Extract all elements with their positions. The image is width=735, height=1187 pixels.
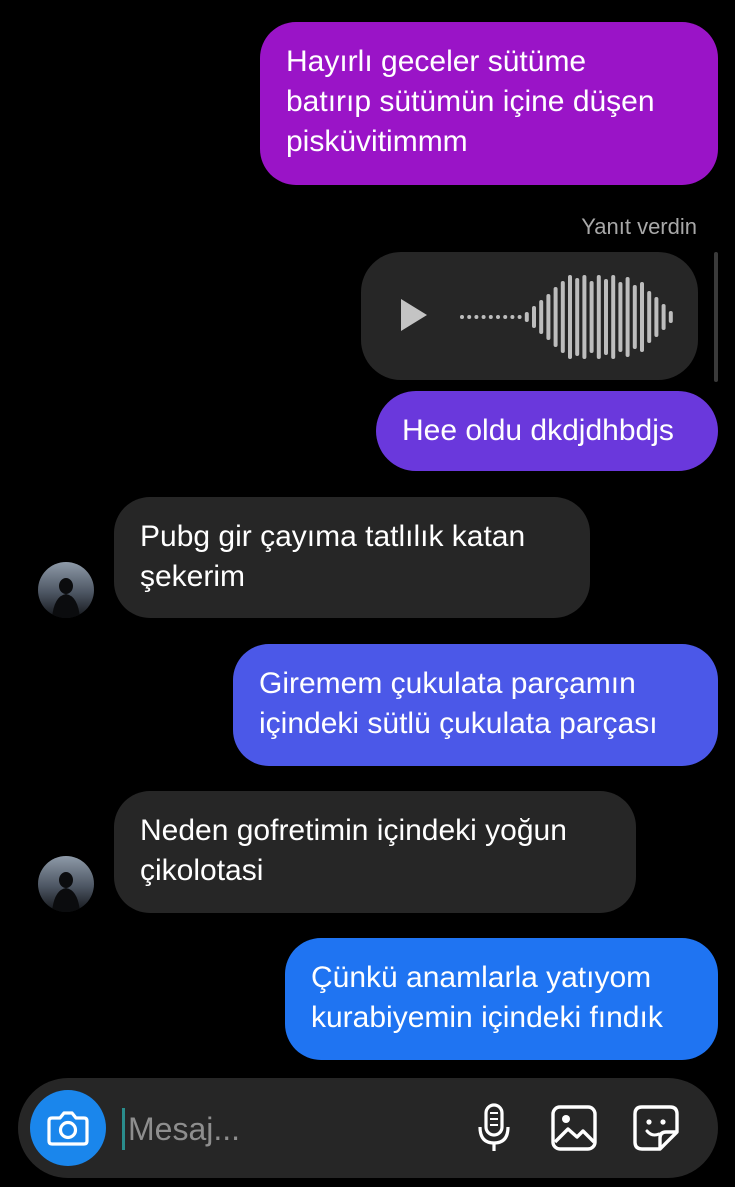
waveform-bar: [510, 315, 515, 319]
waveform-bar: [553, 287, 558, 347]
waveform-bar: [632, 285, 637, 349]
waveform-bar: [575, 278, 580, 356]
message-text: Hayırlı geceler sütüme batırıp sütümün i…: [286, 45, 655, 158]
microphone-button[interactable]: [468, 1102, 520, 1154]
waveform-bar: [589, 281, 594, 353]
received-message-1[interactable]: Pubg gir çayıma tatlılık katan şekerim: [114, 497, 590, 618]
avatar-image: [52, 578, 80, 618]
play-icon[interactable]: [399, 298, 429, 332]
waveform-bar: [611, 275, 616, 359]
waveform-bar: [647, 291, 652, 343]
message-text: Hee oldu dkdjdhbdjs: [402, 414, 674, 447]
waveform-bar: [517, 315, 522, 319]
waveform-bar: [668, 311, 673, 323]
sent-message-1[interactable]: Hayırlı geceler sütüme batırıp sütümün i…: [260, 22, 718, 185]
gallery-icon: [551, 1105, 597, 1151]
received-message-2[interactable]: Neden gofretimin içindeki yoğun çikolota…: [114, 791, 636, 913]
reply-meta: Yanıt verdin: [581, 214, 697, 239]
voice-message[interactable]: [361, 252, 698, 380]
waveform-bar: [460, 315, 464, 319]
waveform-bar: [661, 304, 666, 330]
sent-message-4[interactable]: Çünkü anamlarla yatıyom kurabiyemin için…: [285, 938, 718, 1060]
waveform-bar: [640, 282, 644, 352]
sticker-icon: [633, 1105, 679, 1151]
waveform-icon: [460, 275, 673, 359]
avatar[interactable]: [38, 856, 94, 912]
message-text: Giremem çukulata parçamın içindeki sütlü…: [259, 667, 658, 740]
sent-message-3[interactable]: Giremem çukulata parçamın içindeki sütlü…: [233, 644, 718, 766]
camera-icon: [47, 1111, 89, 1146]
waveform-bar: [503, 315, 508, 319]
waveform-bar: [625, 277, 630, 357]
waveform-bar: [582, 275, 587, 359]
waveform-bar: [539, 300, 544, 334]
message-text: Pubg gir çayıma tatlılık katan şekerim: [140, 520, 526, 593]
waveform-bar: [474, 315, 479, 319]
message-input[interactable]: [126, 1102, 460, 1156]
microphone-icon: [478, 1103, 510, 1151]
waveform-bar: [560, 281, 565, 353]
waveform-bar: [496, 315, 500, 319]
message-text: Neden gofretimin içindeki yoğun çikolota…: [140, 814, 567, 887]
camera-button[interactable]: [30, 1090, 106, 1166]
waveform-bar: [524, 312, 529, 322]
message-text: Çünkü anamlarla yatıyom kurabiyemin için…: [311, 961, 663, 1034]
text-caret: [122, 1108, 125, 1150]
waveform-bar: [546, 294, 551, 340]
waveform-bar: [604, 279, 608, 355]
avatar-image: [52, 872, 80, 912]
scrollbar[interactable]: [714, 252, 718, 382]
sticker-button[interactable]: [630, 1102, 682, 1154]
waveform-bar: [532, 306, 536, 328]
avatar[interactable]: [38, 562, 94, 618]
waveform-bar: [488, 315, 493, 319]
gallery-button[interactable]: [548, 1102, 600, 1154]
waveform-bar: [568, 275, 572, 359]
message-composer: [18, 1078, 718, 1178]
waveform-bar: [618, 282, 623, 352]
sent-message-2[interactable]: Hee oldu dkdjdhbdjs: [376, 391, 718, 471]
waveform-bar: [467, 315, 472, 319]
waveform-bar: [481, 315, 486, 319]
waveform-bar: [654, 297, 659, 337]
waveform-bar: [596, 275, 601, 359]
